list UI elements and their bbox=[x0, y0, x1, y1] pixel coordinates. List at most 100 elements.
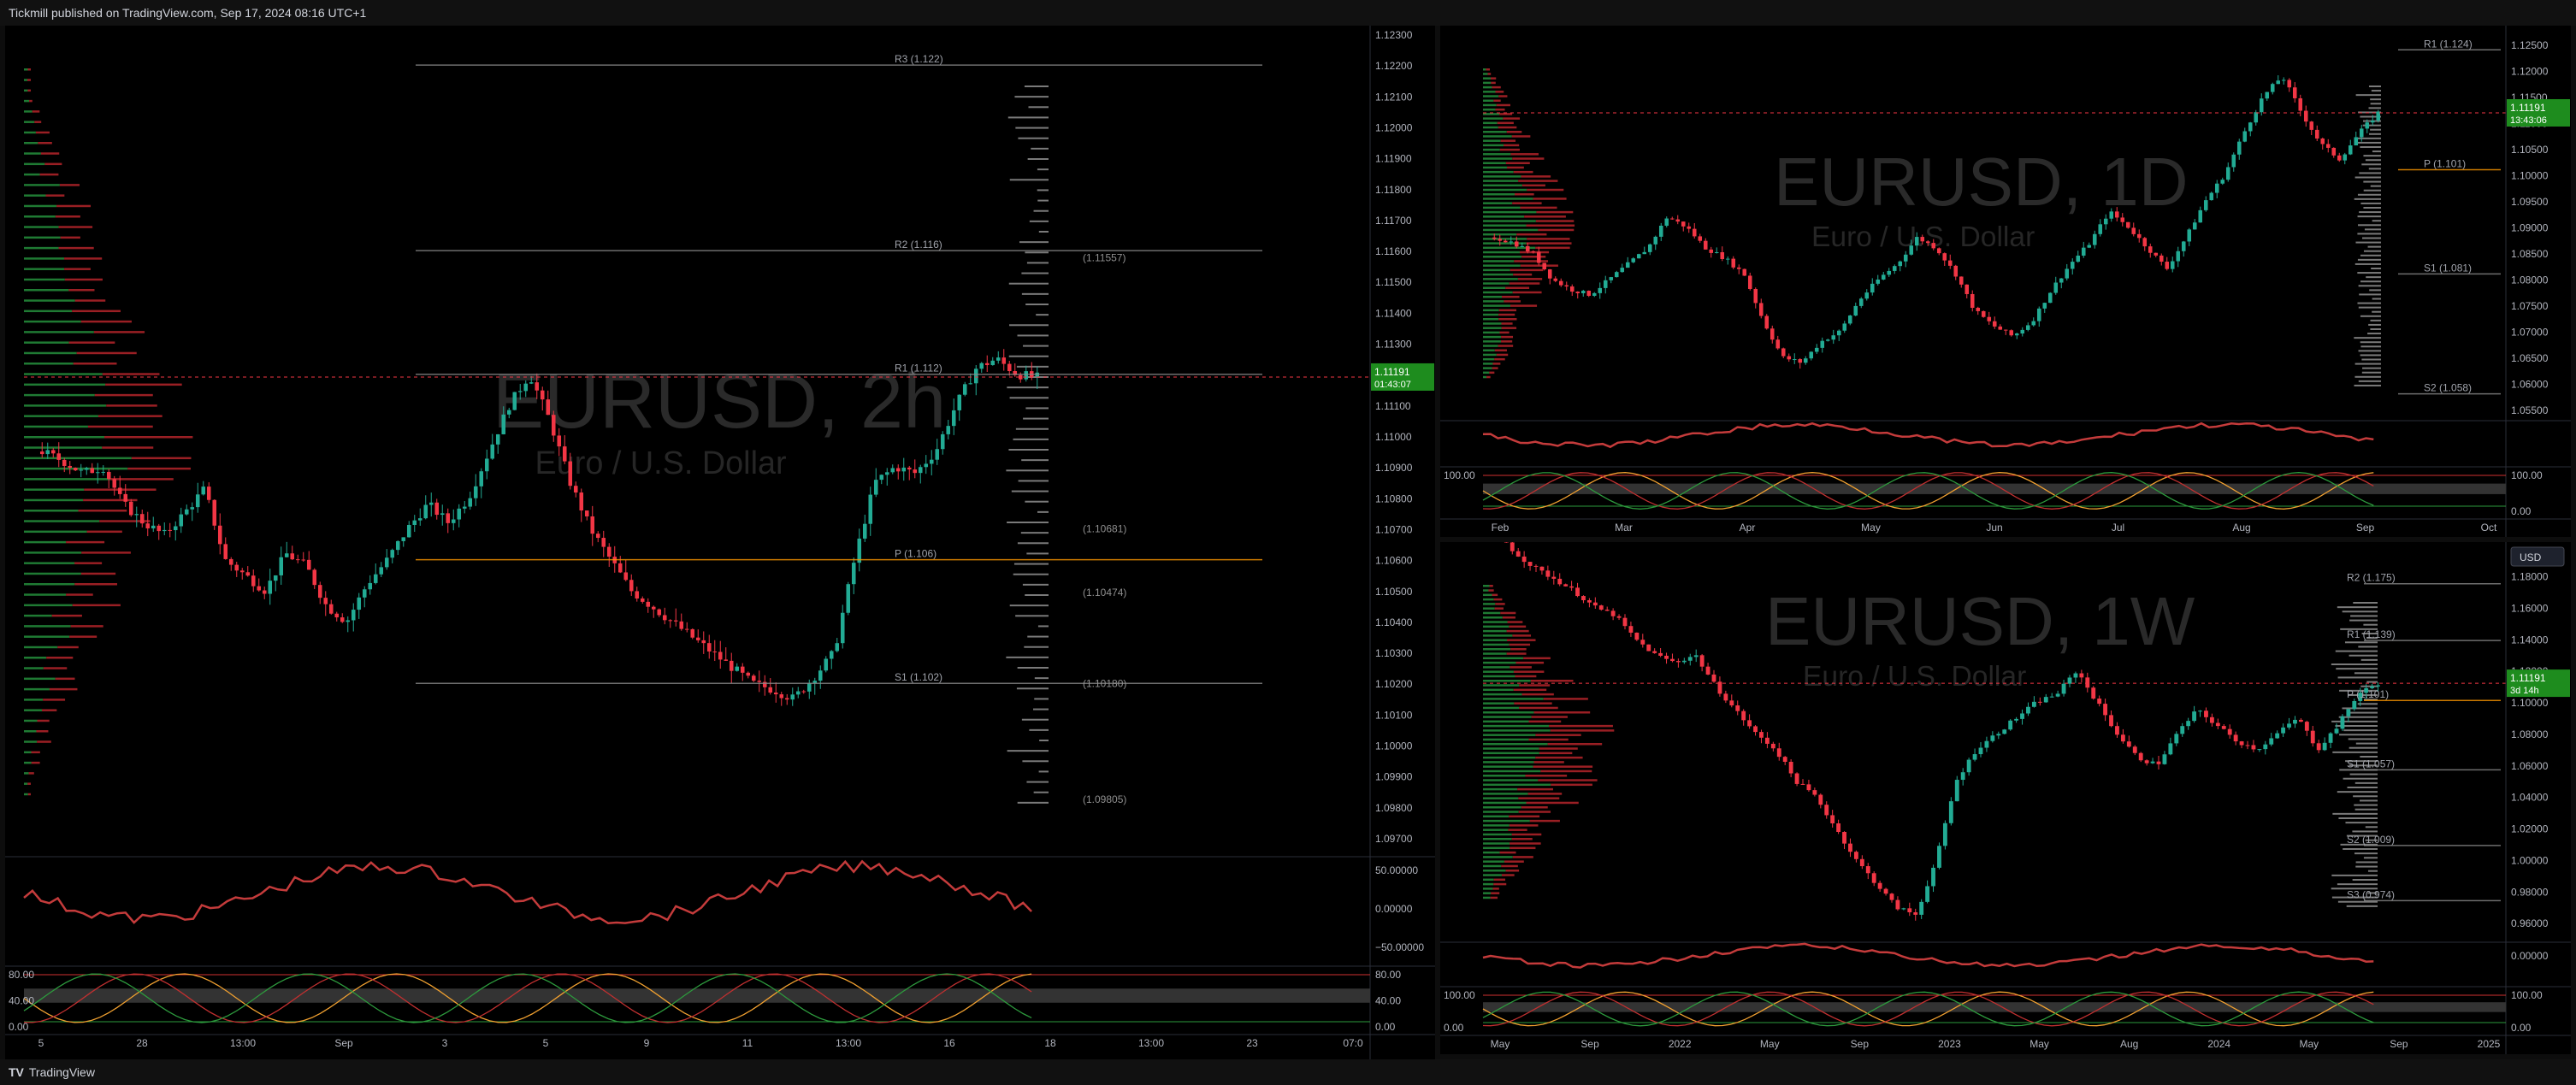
session-profile-bar bbox=[2358, 306, 2381, 309]
session-profile-bar bbox=[2372, 150, 2381, 153]
session-profile-bar bbox=[1027, 158, 1049, 160]
candle-body bbox=[890, 468, 895, 473]
price-axis-tick: 1.14000 bbox=[2511, 634, 2549, 646]
candle-body bbox=[1865, 866, 1870, 874]
volume-profile-bar bbox=[1483, 335, 1502, 339]
candle-body bbox=[568, 461, 573, 486]
volume-profile-bar bbox=[24, 215, 56, 218]
session-profile-bar bbox=[2370, 103, 2381, 105]
volume-profile-bar bbox=[24, 289, 69, 292]
candle-body bbox=[535, 382, 540, 391]
time-axis-tick: 13:00 bbox=[230, 1037, 256, 1049]
bottom-right-chart-svg[interactable]: EURUSD, 1WEuro / U.S. Dollar R2 (1.175) R1… bbox=[1440, 542, 2571, 1054]
candle-body bbox=[1782, 757, 1787, 763]
volume-profile-bar bbox=[1483, 702, 1515, 705]
session-profile-bar bbox=[1013, 438, 1049, 440]
candle-body bbox=[1964, 284, 1970, 294]
candle-body bbox=[2031, 321, 2036, 326]
session-profile-bar bbox=[2360, 685, 2378, 687]
candle-body bbox=[2287, 723, 2291, 728]
candle-body bbox=[1895, 899, 1900, 910]
candle-body bbox=[818, 670, 823, 681]
price-axis-tick: 1.10900 bbox=[1375, 462, 1413, 474]
session-profile-bar bbox=[2360, 315, 2381, 317]
volume-profile-bar bbox=[1483, 139, 1501, 142]
price-axis-tick: 1.08000 bbox=[2511, 274, 2549, 286]
candle-body bbox=[1764, 737, 1770, 744]
candle-body bbox=[1553, 278, 1558, 281]
candle-body bbox=[1947, 260, 1953, 266]
session-profile-bar bbox=[2344, 641, 2378, 644]
left-chart-svg[interactable]: EURUSD, 2hEuro / U.S. Dollar R3 (1.122) R2… bbox=[5, 26, 1435, 1059]
volume-profile-bar bbox=[1506, 652, 1527, 655]
volume-profile-bar bbox=[1506, 629, 1529, 633]
volume-profile-bar bbox=[87, 425, 153, 428]
session-profile-bar bbox=[2358, 224, 2381, 227]
volume-profile-bar bbox=[102, 446, 154, 449]
candle-body bbox=[417, 518, 422, 521]
candle-body bbox=[951, 410, 956, 427]
price-axis-tick: 1.11100 bbox=[1375, 400, 1411, 412]
candle-body bbox=[2043, 697, 2048, 703]
volume-profile-bar bbox=[1520, 264, 1558, 267]
volume-profile-bar bbox=[1543, 698, 1588, 700]
volume-profile-bar bbox=[32, 110, 40, 113]
volume-profile-bar bbox=[24, 351, 77, 355]
volume-profile-bar bbox=[1483, 652, 1507, 655]
candle-body bbox=[1711, 674, 1716, 682]
volume-profile-bar bbox=[1483, 282, 1510, 285]
candle-body bbox=[2126, 741, 2131, 747]
session-profile-bar bbox=[2349, 773, 2378, 775]
candle-body bbox=[479, 471, 484, 486]
candle-body bbox=[629, 580, 634, 592]
candle-body bbox=[1531, 251, 1536, 253]
candle-body bbox=[1887, 270, 1892, 275]
volume-profile-bar bbox=[1483, 340, 1502, 343]
volume-profile-bar bbox=[24, 68, 28, 71]
volume-profile-bar bbox=[1494, 349, 1507, 351]
volume-profile-bar bbox=[24, 257, 65, 260]
top-right-chart-svg[interactable]: EURUSD, 1DEuro / U.S. DollarR1 (1.124)P … bbox=[1440, 26, 2571, 537]
candle-body bbox=[2070, 262, 2075, 269]
candle-body bbox=[2042, 303, 2047, 309]
session-profile-bar bbox=[2369, 133, 2381, 135]
session-profile-bar bbox=[1018, 137, 1049, 139]
session-profile-bar bbox=[2352, 830, 2378, 833]
candle-body bbox=[2136, 233, 2142, 239]
candle-body bbox=[1960, 772, 1965, 781]
candle-body bbox=[395, 540, 400, 551]
volume-profile-bar bbox=[24, 667, 44, 669]
candle-body bbox=[1664, 655, 1669, 659]
session-profile-bar bbox=[2343, 848, 2378, 850]
candle-body bbox=[157, 525, 162, 532]
top-right-chart-panel[interactable]: EURUSD, 1DEuro / U.S. DollarR1 (1.124)P … bbox=[1440, 26, 2571, 537]
volume-profile-bar bbox=[24, 510, 79, 512]
candle-body bbox=[457, 508, 462, 520]
volume-profile-bar bbox=[94, 393, 153, 397]
volume-profile-bar bbox=[1483, 238, 1527, 240]
session-profile-bar bbox=[2368, 86, 2381, 87]
candle-body bbox=[1742, 268, 1747, 276]
candle-body bbox=[1788, 762, 1793, 774]
bottom-right-chart-panel[interactable]: EURUSD, 1W Euro / U.S. Dollar R2 (1.175) R1… bbox=[1440, 542, 2571, 1054]
volume-profile-bar bbox=[78, 510, 127, 512]
tradingview-logo[interactable]: TV TradingView bbox=[9, 1059, 95, 1085]
volume-profile-bar bbox=[1483, 184, 1522, 187]
left-chart-panel[interactable]: EURUSD, 2h Euro / U.S. Dollar R3 (1.122) R2… bbox=[5, 26, 1435, 1059]
candle-body bbox=[901, 467, 907, 472]
candle-body bbox=[1848, 843, 1852, 852]
volume-profile-bar bbox=[1510, 666, 1532, 669]
candle-body bbox=[2176, 251, 2181, 262]
volume-profile-bar bbox=[1483, 887, 1493, 890]
session-profile-bar bbox=[2367, 333, 2381, 335]
session-profile-bar bbox=[2370, 128, 2381, 131]
session-profile-bar bbox=[2352, 879, 2378, 881]
session-profile-bar bbox=[2358, 646, 2378, 648]
candle-body bbox=[462, 506, 467, 509]
time-axis-tick: Oct bbox=[2481, 522, 2497, 534]
candle-body bbox=[2109, 211, 2114, 219]
candle-body bbox=[1634, 632, 1640, 640]
candle-body bbox=[1798, 359, 1803, 363]
session-profile-bar bbox=[2358, 350, 2381, 352]
candle-body bbox=[907, 467, 912, 470]
